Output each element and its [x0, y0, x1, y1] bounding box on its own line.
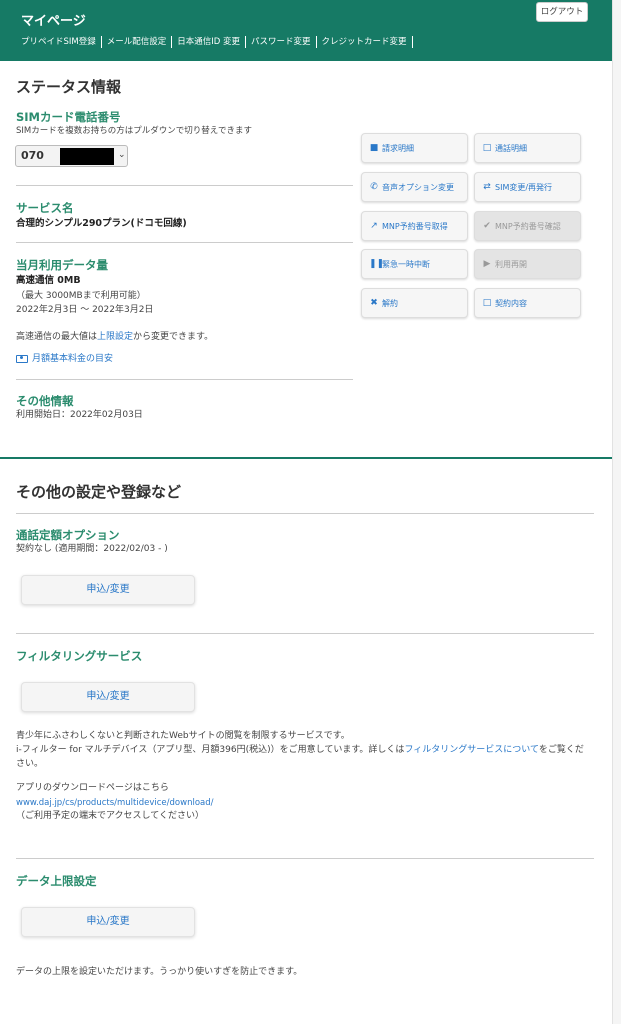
document-icon: □	[482, 143, 492, 153]
filtering-desc: 青少年にふさわしくないと判断されたWebサイトの閲覧を制限するサービスです。	[16, 731, 350, 741]
section-divider	[0, 457, 612, 459]
sim-title: SIMカード電話番号	[16, 110, 121, 124]
desc-text: をご覧くだ	[538, 745, 584, 755]
chevron-down-icon: ⌄	[118, 150, 126, 160]
sim-number-prefix: 070	[21, 149, 44, 162]
filtering-desc-end: さい。	[16, 759, 44, 769]
divider	[16, 185, 353, 186]
sim-note: SIMカードを複数お持ちの方はプルダウンで切り替えできます	[16, 126, 252, 136]
data-usage-period: 2022年2月3日 ～ 2022年3月2日	[16, 305, 154, 315]
filtering-info-link[interactable]: フィルタリングサービスについて	[404, 745, 538, 755]
mnp-number-get-button[interactable]: ↗ MNP予約番号取得	[361, 211, 468, 241]
button-label: 通話明細	[495, 143, 527, 153]
nav-prepaid-sim[interactable]: プリペイドSIM登録	[16, 36, 102, 48]
call-option-title: 通話定額オプション	[16, 528, 120, 542]
divider	[16, 379, 353, 380]
button-label: 契約内容	[495, 298, 527, 308]
header-nav: プリペイドSIM登録 メール配信設定 日本通信ID 変更 パスワード変更 クレジ…	[16, 36, 413, 48]
button-label: 緊急一時中断	[382, 259, 430, 269]
page-title: マイページ	[21, 14, 86, 29]
button-label: 音声オプション変更	[382, 182, 454, 192]
call-details-button[interactable]: □ 通話明細	[474, 133, 581, 163]
app-download-note: （ご利用予定の端末でアクセスしてください）	[16, 811, 205, 821]
filtering-desc-detail: i-フィルター for マルチデバイス（アプリ型、月額396円(税込)）をご用意…	[16, 744, 584, 757]
close-icon: ✖	[370, 298, 378, 308]
filtering-apply-button[interactable]: 申込/変更	[21, 682, 195, 712]
cancel-contract-button[interactable]: ✖ 解約	[361, 288, 468, 318]
app-download-label: アプリのダウンロードページはこちら	[16, 783, 169, 793]
money-icon	[16, 354, 28, 363]
logout-button[interactable]: ログアウト	[536, 2, 588, 22]
data-limit-apply-button[interactable]: 申込/変更	[21, 907, 195, 937]
sim-number-select[interactable]: 070 ⌄	[15, 145, 128, 167]
mnp-number-check-button[interactable]: ✔ MNP予約番号確認	[474, 211, 581, 241]
call-option-apply-button[interactable]: 申込/変更	[21, 575, 195, 605]
nav-credit-card-change[interactable]: クレジットカード変更	[317, 36, 413, 48]
mypage: マイページ プリペイドSIM登録 メール配信設定 日本通信ID 変更 パスワード…	[0, 0, 612, 1024]
billing-details-button[interactable]: ■ 請求明細	[361, 133, 468, 163]
data-usage-value: 高速通信 0MB	[16, 275, 81, 286]
nav-mail-settings[interactable]: メール配信設定	[102, 36, 173, 48]
document-icon: □	[482, 298, 492, 308]
data-usage-limit: （最大 3000MBまで利用可能）	[16, 291, 146, 301]
filtering-title: フィルタリングサービス	[16, 649, 143, 663]
button-label: MNP予約番号確認	[495, 221, 561, 231]
divider	[16, 513, 594, 514]
resume-service-button[interactable]: ▶ 利用再開	[474, 249, 581, 279]
data-usage-title: 当月利用データ量	[16, 258, 108, 272]
start-date: 利用開始日：2022年02月03日	[16, 410, 143, 420]
button-label: MNP予約番号取得	[382, 221, 448, 231]
data-limit-title: データ上限設定	[16, 874, 97, 888]
divider	[16, 242, 353, 243]
button-label: SIM変更/再発行	[495, 182, 553, 192]
desc-text: i-フィルター for マルチデバイス（アプリ型、月額396円(税込)）をご用意…	[16, 745, 405, 755]
divider	[16, 633, 594, 634]
button-label: 解約	[382, 298, 398, 308]
app-download-link[interactable]: www.daj.jp/cs/products/multidevice/downl…	[16, 797, 214, 810]
external-link-icon: ↗	[370, 221, 378, 231]
play-icon: ▶	[483, 259, 491, 269]
sim-change-button[interactable]: ⇄ SIM変更/再発行	[474, 172, 581, 202]
voice-option-button[interactable]: ✆ 音声オプション変更	[361, 172, 468, 202]
monthly-fee-label: 月額基本料金の目安	[32, 354, 114, 364]
check-icon: ✔	[483, 221, 491, 231]
swap-icon: ⇄	[483, 182, 491, 192]
nav-password-change[interactable]: パスワード変更	[246, 36, 317, 48]
receipt-icon: ■	[369, 143, 379, 153]
contract-details-button[interactable]: □ 契約内容	[474, 288, 581, 318]
nav-id-change[interactable]: 日本通信ID 変更	[172, 36, 247, 48]
phone-icon: ✆	[370, 182, 378, 192]
service-title: サービス名	[16, 201, 74, 215]
emergency-suspend-button[interactable]: ❚❚ 緊急一時中断	[361, 249, 468, 279]
status-heading: ステータス情報	[16, 78, 122, 96]
monthly-fee-link[interactable]: 月額基本料金の目安	[16, 353, 113, 366]
pause-icon: ❚❚	[369, 259, 385, 269]
divider	[16, 858, 594, 859]
limit-setting-link[interactable]: 上限設定	[97, 332, 133, 342]
service-value: 合理的シンプル290プラン(ドコモ回線)	[16, 218, 187, 229]
data-limit-desc: データの上限を設定いただけます。うっかり使いすぎを防止できます。	[16, 967, 303, 977]
button-label: 利用再開	[495, 259, 527, 269]
scrollbar[interactable]	[612, 0, 621, 1024]
note-text: 高速通信の最大値は	[16, 332, 98, 342]
button-label: 請求明細	[382, 143, 414, 153]
header-bar: マイページ プリペイドSIM登録 メール配信設定 日本通信ID 変更 パスワード…	[0, 0, 612, 61]
data-limit-note: 高速通信の最大値は上限設定から変更できます。	[16, 331, 213, 344]
other-info-title: その他情報	[16, 394, 74, 408]
call-option-status: 契約なし (適用期間：2022/02/03 - )	[16, 544, 168, 554]
redacted-number	[60, 148, 114, 165]
settings-heading: その他の設定や登録など	[16, 483, 182, 501]
note-text: から変更できます。	[133, 332, 214, 342]
